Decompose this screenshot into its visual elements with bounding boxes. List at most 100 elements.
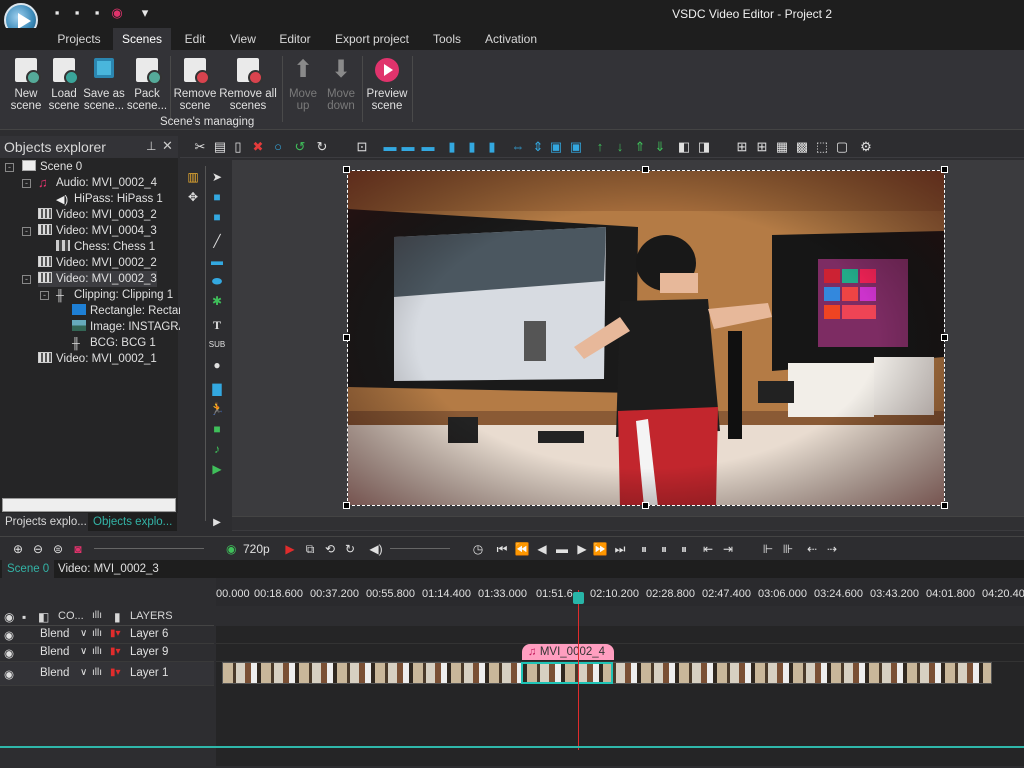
layer-visibility-eye-icon[interactable]: ◉ xyxy=(4,628,14,642)
tab-video-mvi-0002-3[interactable]: Video: MVI_0002_3 xyxy=(53,560,164,578)
fast-forward-icon[interactable]: ⏩ xyxy=(592,541,608,557)
blend-dropdown-icon[interactable]: ∨ xyxy=(80,628,87,639)
preview-frame-icon[interactable]: ⧉ xyxy=(302,541,318,557)
layer-row-6[interactable]: ◉ Blend ∨ ıllı ▮▾ Layer 6 xyxy=(0,626,214,644)
rectangle-tool-icon[interactable]: ▬ xyxy=(209,254,225,268)
save-as-scene-button[interactable]: Save as scene... xyxy=(82,54,126,124)
tree-item-audio[interactable]: ♫ Audio: MVI_0002_4 xyxy=(38,175,157,191)
blend-dropdown-icon[interactable]: ∨ xyxy=(80,667,87,678)
go-end-icon[interactable]: ⏭ xyxy=(612,541,628,557)
selected-clip-region[interactable] xyxy=(521,662,613,684)
split-icon[interactable]: ⏸ xyxy=(636,541,652,557)
add-video-clip-icon[interactable]: ▶ xyxy=(209,462,225,476)
close-icon[interactable]: ✕ xyxy=(162,138,173,154)
refresh-icon[interactable]: ↻ xyxy=(342,541,358,557)
chart-icon[interactable]: ▇ xyxy=(209,382,225,396)
quick-access-dropdown-icon[interactable]: ▾ xyxy=(138,6,152,20)
cut-end-icon[interactable]: ⇥ xyxy=(720,541,736,557)
move-up-button[interactable]: ⬆ Move up xyxy=(286,54,320,124)
audio-spectrum-icon[interactable]: ▥ xyxy=(185,170,201,184)
canvas-horizontal-scrollbar[interactable] xyxy=(232,516,1024,530)
expand-toggle[interactable]: - xyxy=(40,291,49,300)
preview-scene-button[interactable]: Preview scene xyxy=(364,54,410,124)
tree-item-video-mvi-0002-1[interactable]: Video: MVI_0002_1 xyxy=(38,351,157,367)
resize-handle[interactable] xyxy=(941,334,948,341)
expand-toggle[interactable]: - xyxy=(22,227,31,236)
send-to-back-icon[interactable]: ⇓ xyxy=(652,139,668,155)
align-right-icon[interactable]: ▬ xyxy=(420,139,436,155)
trim-icon[interactable]: ⏸ xyxy=(656,541,672,557)
pack-scene-button[interactable]: Pack scene... xyxy=(126,54,168,124)
layer-visibility-eye-icon[interactable]: ◉ xyxy=(4,667,14,681)
layer-visibility-eye-icon[interactable]: ◉ xyxy=(4,646,14,660)
move-icon[interactable]: ✥ xyxy=(185,190,201,204)
align-top-icon[interactable]: ▮ xyxy=(444,139,460,155)
explorer-horizontal-scrollbar[interactable] xyxy=(2,498,176,512)
step-back-icon[interactable]: ◀ xyxy=(534,541,550,557)
same-size-icon[interactable]: ▣ xyxy=(548,139,564,155)
tab-view[interactable]: View xyxy=(224,28,262,50)
bring-forward-icon[interactable]: ↑ xyxy=(592,139,608,155)
tab-edit[interactable]: Edit xyxy=(176,28,214,50)
align-left-icon[interactable]: ▬ xyxy=(382,139,398,155)
tab-activation[interactable]: Activation xyxy=(480,28,542,50)
tree-item-scene-0[interactable]: Scene 0 xyxy=(22,159,82,175)
tree-item-bcg[interactable]: ╫ BCG: BCG 1 xyxy=(72,335,156,351)
tree-item-video-mvi-0002-2[interactable]: Video: MVI_0002_2 xyxy=(38,255,157,271)
cut-icon[interactable]: ✂ xyxy=(192,139,208,155)
tree-item-chess[interactable]: Chess: Chess 1 xyxy=(56,239,155,255)
playhead-handle[interactable] xyxy=(573,592,584,604)
timer-icon[interactable]: ◷ xyxy=(470,541,486,557)
zoom-slider[interactable] xyxy=(94,548,204,549)
pin-icon[interactable]: ⊥ xyxy=(146,139,156,153)
loop-icon[interactable]: ⟲ xyxy=(322,541,338,557)
remove-all-scenes-button[interactable]: Remove all scenes xyxy=(218,54,278,124)
resize-handle[interactable] xyxy=(343,334,350,341)
add-object-icon[interactable]: ■ xyxy=(209,422,225,436)
zoom-fit-icon[interactable]: ⊜ xyxy=(50,541,66,557)
free-shape-icon[interactable]: ✱ xyxy=(209,294,225,308)
copy-icon[interactable]: ▤ xyxy=(212,139,228,155)
text-tool-icon[interactable]: T xyxy=(209,318,225,332)
fit-icon[interactable]: ▣ xyxy=(568,139,584,155)
tree-item-video-mvi-0002-3[interactable]: Video: MVI_0002_3 xyxy=(38,271,157,287)
subtitle-tool-icon[interactable]: SUB xyxy=(207,338,227,352)
time-ruler[interactable]: 00.000 00:18.600 00:37.200 00:55.800 01:… xyxy=(216,578,1024,606)
tab-projects-explorer[interactable]: Projects explo... xyxy=(0,513,92,531)
play-preview-icon[interactable]: ▶ xyxy=(282,541,298,557)
record-camera-icon[interactable]: ◙ xyxy=(70,541,86,557)
resize-handle[interactable] xyxy=(642,502,649,509)
align-center-icon[interactable]: ▬ xyxy=(400,139,416,155)
add-audio-icon[interactable]: ♪ xyxy=(209,442,225,456)
new-project-icon[interactable]: ▪ xyxy=(50,6,64,20)
line-icon[interactable]: ╱ xyxy=(209,234,225,248)
tree-item-video-mvi-0004-3[interactable]: Video: MVI_0004_3 xyxy=(38,223,157,239)
group-icon[interactable]: ◧ xyxy=(676,139,692,155)
show-bounds-icon[interactable]: ▢ xyxy=(834,139,850,155)
lock-icon[interactable]: ▪ xyxy=(22,610,26,624)
settings-gear-icon[interactable]: ⚙ xyxy=(858,139,874,155)
tab-export-project[interactable]: Export project xyxy=(330,28,414,50)
tree-item-clipping[interactable]: ╫ Clipping: Clipping 1 xyxy=(56,287,173,303)
expand-toggle[interactable]: - xyxy=(22,275,31,284)
paste-icon[interactable]: ▯ xyxy=(230,139,246,155)
pointer-icon[interactable]: ➤ xyxy=(209,170,225,184)
blend-mode-select[interactable]: Blend xyxy=(40,667,69,679)
zoom-in-icon[interactable]: ⊕ xyxy=(10,541,26,557)
resize-handle[interactable] xyxy=(642,166,649,173)
volume-icon[interactable]: ◀) xyxy=(368,541,384,557)
animation-icon[interactable]: 🏃 xyxy=(209,402,225,416)
redo-icon[interactable]: ↻ xyxy=(314,139,330,155)
move-clip-left-icon[interactable]: ⇠ xyxy=(804,541,820,557)
timeline-tracks[interactable]: ♫ MVI_0002_4 xyxy=(216,626,1024,766)
resize-handle[interactable] xyxy=(941,166,948,173)
safe-area-icon[interactable]: ⬚ xyxy=(814,139,830,155)
zoom-out-icon[interactable]: ⊖ xyxy=(30,541,46,557)
move-clip-right-icon[interactable]: ⇢ xyxy=(824,541,840,557)
grid-dots-icon[interactable]: ▩ xyxy=(794,139,810,155)
load-scene-button[interactable]: Load scene xyxy=(44,54,84,124)
tree-item-rectangle[interactable]: Rectangle: Rectar xyxy=(72,303,182,319)
video-frame[interactable] xyxy=(347,170,945,506)
align-clips-left-icon[interactable]: ⊩ xyxy=(760,541,776,557)
eye-icon[interactable]: ◉ xyxy=(226,541,236,557)
